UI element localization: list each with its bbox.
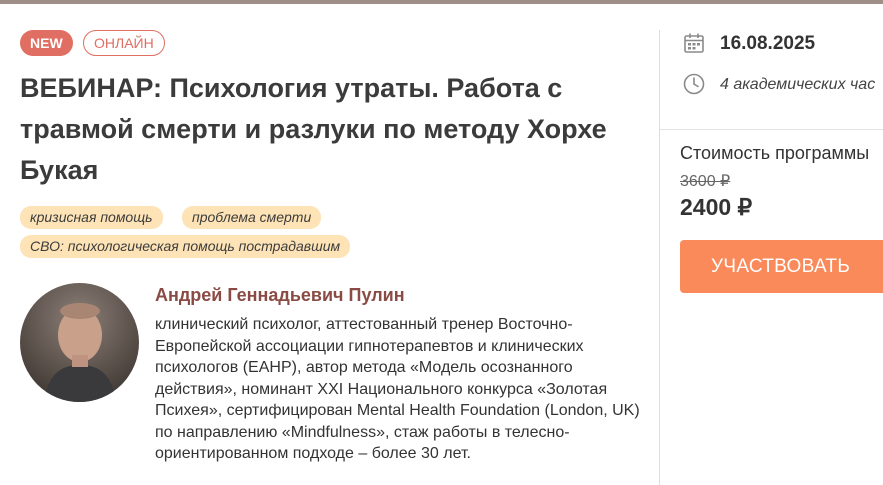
event-duration: 4 академических час <box>720 76 876 93</box>
author-avatar <box>20 283 139 402</box>
sidebar-divider <box>659 30 660 485</box>
author-name[interactable]: Андрей Геннадьевич Пулин <box>155 285 405 306</box>
current-price: 2400 ₽ <box>680 194 753 220</box>
sidebar-separator <box>660 129 883 130</box>
calendar-icon <box>684 33 704 53</box>
tag-death-problem[interactable]: проблема смерти <box>182 206 322 229</box>
course-title: ВЕБИНАР: Психология утраты. Работа с тра… <box>20 73 607 185</box>
top-border <box>0 0 883 4</box>
author-description: клинический психолог, аттестованный трен… <box>155 316 640 462</box>
new-badge: NEW <box>20 30 73 56</box>
event-date: 16.08.2025 <box>720 33 816 54</box>
participate-button[interactable]: УЧАСТВОВАТЬ <box>680 240 883 293</box>
clock-icon <box>683 73 705 95</box>
tag-svo-help[interactable]: СВО: психологическая помощь пострадавшим <box>20 235 351 258</box>
price-label: Стоимость программы <box>680 143 870 163</box>
tag-crisis-help[interactable]: кризисная помощь <box>20 206 163 229</box>
online-badge: ОНЛАЙН <box>83 30 165 56</box>
old-price: 3600 ₽ <box>680 173 731 190</box>
author-photo <box>44 303 116 402</box>
